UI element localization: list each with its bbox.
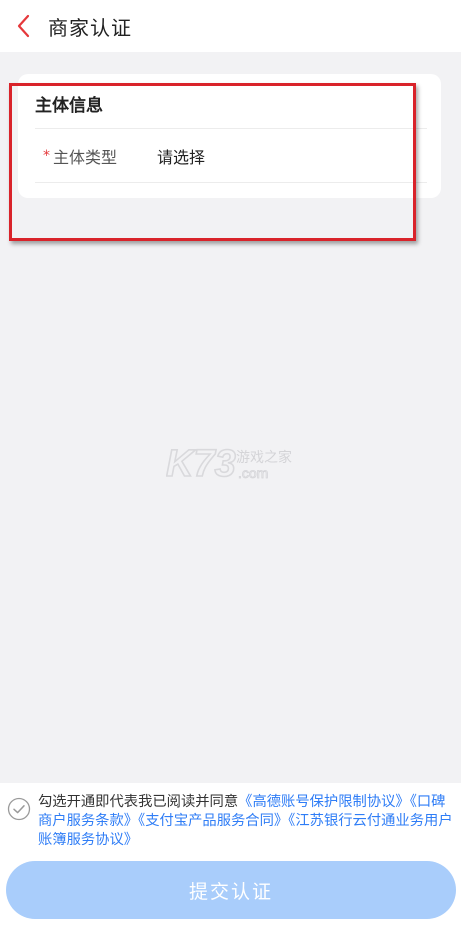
- link-alipay-service-contract[interactable]: 《支付宝产品服务合同》: [138, 813, 288, 829]
- page: 商家认证 主体信息 * 主体类型 请选择 K73 游戏之家 .com 勾选开通即…: [0, 0, 461, 927]
- agreement-prefix: 勾选开通即代表我已阅读并同意: [38, 794, 239, 810]
- watermark-brand: K73: [166, 443, 236, 485]
- chevron-left-icon: [17, 14, 30, 38]
- entity-type-value[interactable]: 请选择: [157, 144, 205, 168]
- watermark-domain: .com: [238, 465, 268, 481]
- agree-checkbox-icon[interactable]: [7, 797, 31, 821]
- divider: [35, 182, 427, 183]
- divider: [35, 128, 427, 129]
- footer-panel: 勾选开通即代表我已阅读并同意《高德账号保护限制协议》《口碑商户服务条款》《支付宝…: [0, 783, 461, 927]
- section-title: 主体信息: [35, 96, 103, 116]
- header-bar: 商家认证: [0, 0, 461, 52]
- watermark-tagline: 游戏之家: [236, 449, 292, 466]
- agreement-text: 勾选开通即代表我已阅读并同意《高德账号保护限制协议》《口碑商户服务条款》《支付宝…: [38, 793, 454, 850]
- entity-info-card: 主体信息 * 主体类型 请选择: [18, 74, 441, 198]
- back-button[interactable]: [0, 0, 46, 52]
- submit-certification-button[interactable]: 提交认证: [6, 861, 456, 919]
- k73-watermark-logo: K73 游戏之家 .com: [166, 442, 292, 486]
- entity-type-label: 主体类型: [53, 148, 118, 167]
- entity-type-select[interactable]: * 主体类型 请选择: [35, 130, 427, 182]
- required-mark: *: [43, 148, 50, 164]
- link-amap-account-protection[interactable]: 《高德账号保护限制协议》: [238, 794, 410, 810]
- page-title: 商家认证: [48, 15, 132, 40]
